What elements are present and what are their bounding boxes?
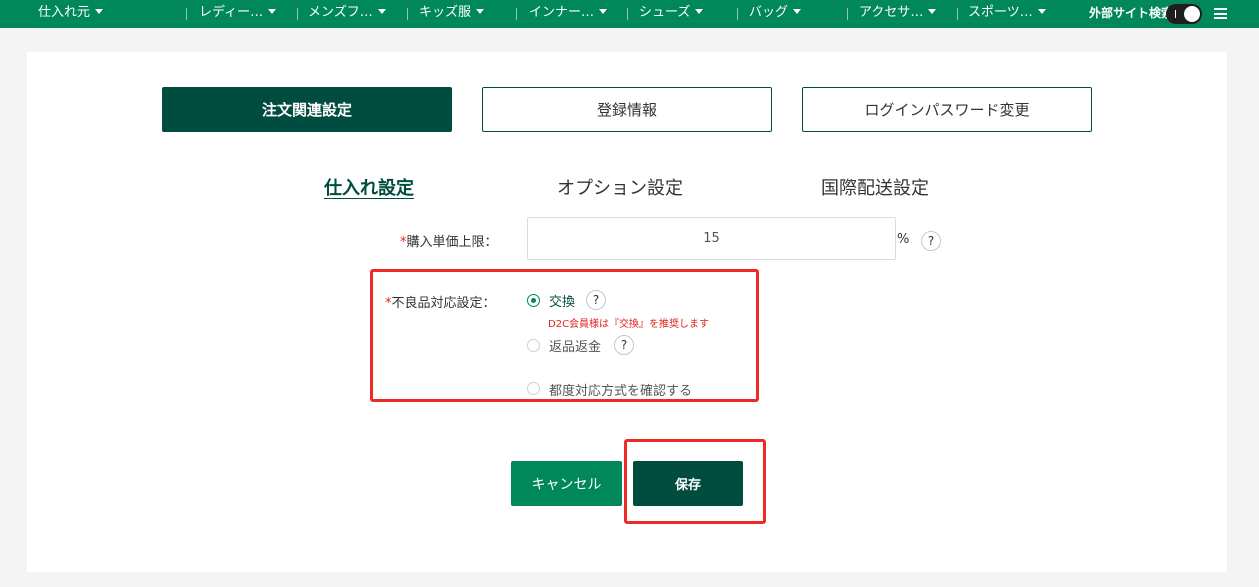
chevron-down-icon — [268, 9, 277, 14]
price-limit-label: *購入単価上限： — [400, 231, 498, 250]
nav-divider — [737, 8, 738, 20]
nav-item-label: スポーツ… — [968, 5, 1033, 20]
chevron-down-icon — [1037, 9, 1046, 14]
price-limit-help-icon[interactable]: ? — [921, 231, 941, 251]
radio-confirm-each-label[interactable]: 都度対応方式を確認する — [549, 380, 692, 399]
radio-exchange-label[interactable]: 交換 — [549, 291, 575, 310]
price-limit-input[interactable] — [527, 217, 896, 260]
chevron-down-icon — [377, 9, 386, 14]
nav-item-kids[interactable]: キッズ服 — [419, 0, 485, 28]
nav-item-label: メンズフ… — [308, 5, 373, 20]
nav-divider — [297, 8, 298, 20]
chevron-down-icon — [599, 9, 608, 14]
nav-item-label: インナー… — [529, 5, 595, 20]
nav-item-inner[interactable]: インナー… — [529, 0, 608, 28]
refund-help-icon[interactable]: ? — [614, 335, 634, 355]
external-search-toggle[interactable] — [1166, 4, 1202, 24]
nav-divider — [627, 8, 628, 20]
subtab-intl-shipping[interactable]: 国際配送設定 — [821, 174, 929, 200]
chevron-down-icon — [793, 9, 802, 14]
subtab-purchase-settings[interactable]: 仕入れ設定 — [324, 174, 414, 200]
menu-icon[interactable] — [1214, 8, 1227, 19]
subtab-option-settings[interactable]: オプション設定 — [557, 174, 683, 200]
nav-divider — [407, 8, 408, 20]
exchange-hint: D2C会員様は『交換』を推奨します — [548, 319, 710, 330]
top-nav: 仕入れ元 レディー… メンズフ… キッズ服 インナー… シューズ バッグ アクセ… — [0, 0, 1259, 28]
chevron-down-icon — [95, 9, 104, 14]
toggle-on-mark — [1175, 10, 1176, 18]
tab-password-change[interactable]: ログインパスワード変更 — [802, 87, 1092, 132]
tab-registration-info[interactable]: 登録情報 — [482, 87, 772, 132]
nav-item-label: キッズ服 — [419, 5, 472, 20]
external-search-label: 外部サイト検索 — [1089, 6, 1174, 20]
cancel-button[interactable]: キャンセル — [511, 461, 622, 506]
exchange-help-icon[interactable]: ? — [586, 290, 606, 310]
tab-order-settings[interactable]: 注文関連設定 — [162, 87, 452, 132]
chevron-down-icon — [695, 9, 704, 14]
chevron-down-icon — [476, 9, 485, 14]
nav-divider — [516, 8, 517, 20]
save-button[interactable]: 保存 — [633, 461, 743, 506]
price-limit-label-text: 購入単価上限： — [406, 235, 498, 250]
defect-handling-label: *不良品対応設定： — [385, 292, 496, 311]
nav-item-bags[interactable]: バッグ — [749, 0, 802, 28]
nav-item-label: シューズ — [639, 5, 691, 20]
radio-confirm-each[interactable] — [527, 382, 540, 395]
nav-item-accessories[interactable]: アクセサ… — [859, 0, 937, 28]
radio-refund[interactable] — [527, 339, 540, 352]
nav-item-sports[interactable]: スポーツ… — [968, 0, 1046, 28]
nav-item-label: バッグ — [749, 5, 789, 20]
nav-divider — [186, 8, 187, 20]
price-limit-unit: % — [897, 232, 910, 247]
nav-divider — [847, 8, 848, 20]
nav-item-shoes[interactable]: シューズ — [639, 0, 704, 28]
nav-item-label: アクセサ… — [859, 5, 924, 20]
nav-divider — [957, 8, 958, 20]
nav-item-suppliers[interactable]: 仕入れ元 — [38, 0, 104, 28]
nav-item-ladies[interactable]: レディー… — [199, 0, 277, 28]
defect-handling-label-text: 不良品対応設定： — [391, 296, 496, 311]
chevron-down-icon — [928, 9, 937, 14]
radio-refund-label[interactable]: 返品返金 — [549, 336, 601, 355]
toggle-knob — [1184, 6, 1200, 22]
nav-item-label: 仕入れ元 — [38, 5, 91, 20]
nav-item-mens[interactable]: メンズフ… — [308, 0, 386, 28]
nav-item-label: レディー… — [199, 5, 264, 20]
radio-exchange[interactable] — [527, 294, 540, 307]
settings-card: 注文関連設定 登録情報 ログインパスワード変更 仕入れ設定 オプション設定 国際… — [27, 52, 1227, 572]
